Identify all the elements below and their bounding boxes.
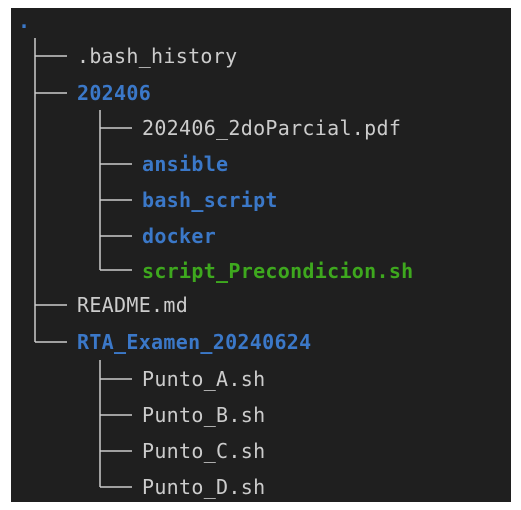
- tree-item-punto-a-sh[interactable]: Punto_A.sh: [142, 361, 265, 397]
- tree-item-punto-d-sh[interactable]: Punto_D.sh: [142, 469, 265, 502]
- terminal-window: . .bash_history 202406 202406_2doParcial…: [11, 8, 511, 502]
- tree-root: .: [18, 9, 31, 33]
- directory-tree: . .bash_history 202406 202406_2doParcial…: [11, 8, 511, 502]
- tree-item-punto-c-sh[interactable]: Punto_C.sh: [142, 433, 265, 469]
- tree-item-dir-rta-examen-20240624[interactable]: RTA_Examen_20240624: [77, 324, 311, 360]
- tree-item-script-precondicion-sh[interactable]: script_Precondicion.sh: [142, 253, 414, 289]
- tree-item-202406-2doparcial-pdf[interactable]: 202406_2doParcial.pdf: [142, 110, 401, 146]
- tree-item-punto-b-sh[interactable]: Punto_B.sh: [142, 397, 265, 433]
- tree-item-bash-history[interactable]: .bash_history: [77, 38, 237, 74]
- tree-item-dir-ansible[interactable]: ansible: [142, 146, 228, 182]
- tree-item-dir-bash-script[interactable]: bash_script: [142, 182, 278, 218]
- tree-item-dir-docker[interactable]: docker: [142, 218, 216, 254]
- tree-item-readme-md[interactable]: README.md: [77, 287, 188, 323]
- tree-item-dir-202406[interactable]: 202406: [77, 75, 151, 111]
